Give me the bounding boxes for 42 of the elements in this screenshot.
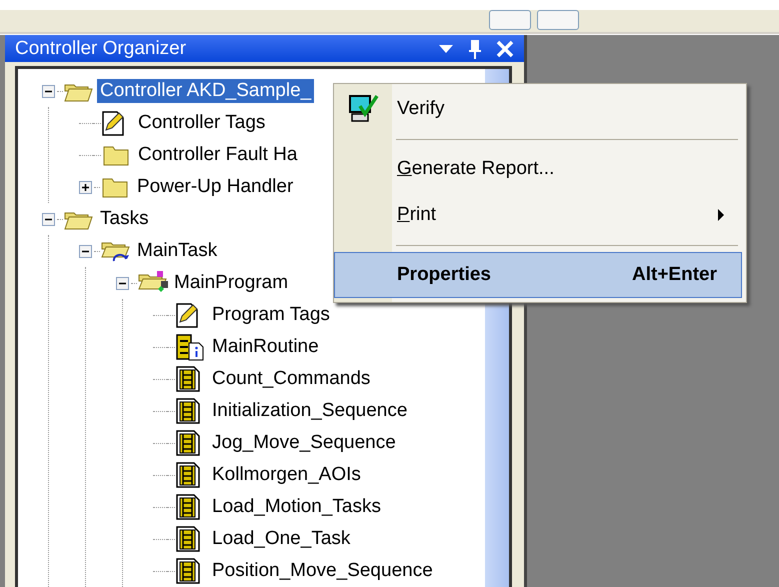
ladder-icon <box>175 493 201 521</box>
ladder-icon <box>175 525 201 553</box>
tree-item[interactable]: MainProgram <box>171 271 292 295</box>
tree-item[interactable]: Controller Fault Ha <box>135 143 300 167</box>
tree-item[interactable]: Initialization_Sequence <box>209 399 410 423</box>
ladder-icon <box>175 397 201 425</box>
expand-icon[interactable] <box>79 180 92 194</box>
toolbar-button[interactable] <box>537 10 579 30</box>
tree-item[interactable]: Load_Motion_Tasks <box>209 495 384 519</box>
collapse-icon[interactable] <box>79 244 92 258</box>
collapse-icon[interactable] <box>116 276 129 290</box>
tree-item[interactable]: Kollmorgen_AOIs <box>209 463 364 487</box>
panel-title: Controller Organizer <box>15 38 188 60</box>
menu-item[interactable]: Generate Report... <box>334 146 742 192</box>
tree-item[interactable]: Position_Move_Sequence <box>209 559 436 583</box>
pencil-document-icon <box>101 110 125 136</box>
toolbar-button[interactable] <box>489 10 531 30</box>
tree-item[interactable]: MainTask <box>134 239 220 263</box>
pin-icon[interactable] <box>468 38 482 58</box>
tree-item[interactable]: Count_Commands <box>209 367 374 391</box>
dropdown-icon[interactable] <box>438 44 454 54</box>
tree-item[interactable]: Controller Tags <box>135 111 268 135</box>
tree-item[interactable]: Controller AKD_Sample_ <box>97 79 314 103</box>
ladder-icon <box>175 429 201 457</box>
ladder-icon <box>175 461 201 489</box>
menu-item[interactable]: Print <box>334 192 742 238</box>
tree-item[interactable]: Load_One_Task <box>209 527 354 551</box>
tree-item[interactable]: Power-Up Handler <box>134 175 296 199</box>
pencil-document-icon <box>175 302 199 328</box>
collapse-icon[interactable] <box>42 84 55 98</box>
submenu-arrow-icon <box>717 208 725 222</box>
tree-item[interactable]: MainRoutine <box>209 335 322 359</box>
ladder-info-icon <box>175 333 205 361</box>
ladder-icon <box>175 365 201 393</box>
tree-item[interactable]: Program Tags <box>209 303 333 327</box>
menu-item[interactable]: Verify <box>334 86 742 132</box>
tree-item[interactable]: Tasks <box>97 207 152 231</box>
monitor-check-icon <box>348 94 380 124</box>
tree-item[interactable]: Jog_Move_Sequence <box>209 431 399 455</box>
collapse-icon[interactable] <box>42 212 55 226</box>
close-icon[interactable] <box>496 40 514 58</box>
menu-item[interactable]: Properties Alt+Enter <box>334 252 742 298</box>
